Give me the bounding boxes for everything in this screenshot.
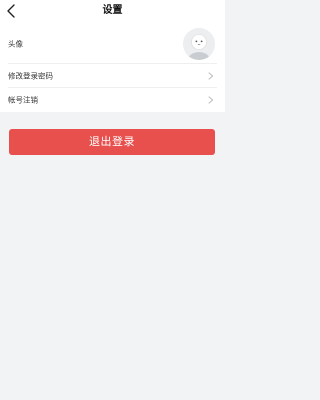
settings-row-cancel-account[interactable]: 帐号注销 [0, 88, 225, 112]
page-title: 设置 [102, 5, 123, 16]
chevron-right-icon [208, 96, 214, 104]
logout-button[interactable]: 退出登录 [9, 129, 215, 155]
change-password-label: 修改登录密码 [8, 71, 53, 81]
settings-list: 头像 修改登录密码 帐号注销 [0, 24, 225, 112]
settings-row-change-password[interactable]: 修改登录密码 [0, 64, 225, 88]
default-avatar-icon [183, 28, 215, 60]
chevron-right-icon [208, 72, 214, 80]
nav-bar: 设置 [0, 0, 225, 24]
cancel-account-label: 帐号注销 [8, 95, 38, 105]
avatar-label: 头像 [8, 39, 23, 49]
settings-row-avatar[interactable]: 头像 [0, 24, 225, 64]
avatar[interactable] [183, 28, 215, 60]
